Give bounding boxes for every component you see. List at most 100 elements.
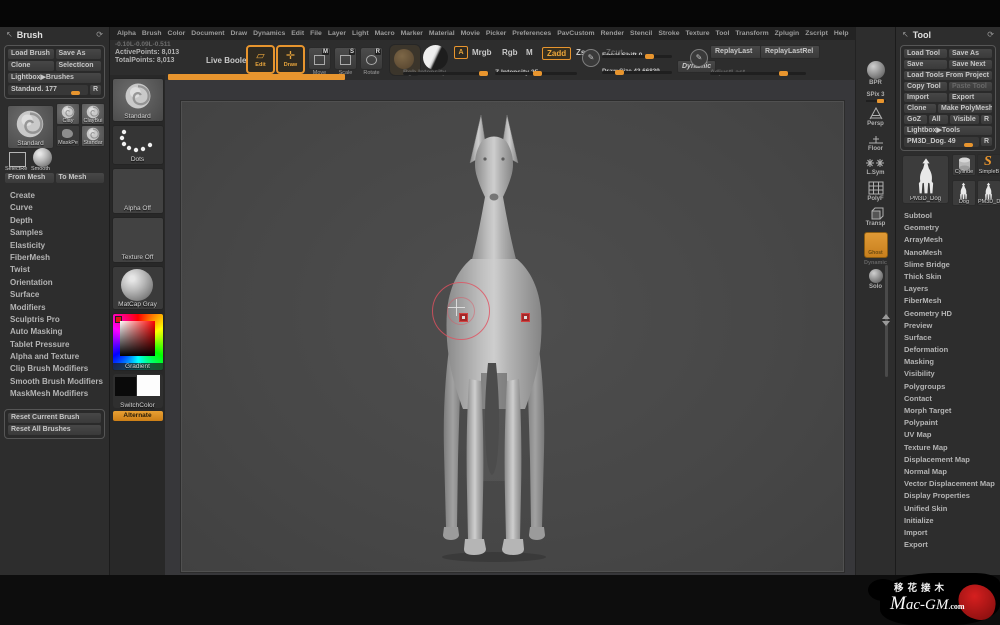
brush-menu-item[interactable]: Depth xyxy=(0,215,109,227)
menubar-item[interactable]: Picker xyxy=(486,30,506,37)
tool-menu-item[interactable]: Geometry HD xyxy=(896,308,1000,320)
lightbox-brushes-button[interactable]: Lightbox▶Brushes xyxy=(8,73,101,83)
scale-button[interactable]: S Scale xyxy=(334,47,357,70)
brush-menu-item[interactable]: Create xyxy=(0,190,109,202)
corner-arrow-icon[interactable]: ↖ xyxy=(902,30,909,39)
replay-last-button[interactable]: ReplayLast xyxy=(710,45,764,59)
menubar-item[interactable]: Movie xyxy=(461,30,480,37)
current-texture-tile[interactable]: Texture Off xyxy=(112,217,164,263)
tool-menu-item[interactable]: Polypaint xyxy=(896,417,1000,429)
tool-menu-item[interactable]: Normal Map xyxy=(896,466,1000,478)
tool-menu-item[interactable]: Surface xyxy=(896,332,1000,344)
menubar-item[interactable]: Marker xyxy=(401,30,423,37)
load-brush-button[interactable]: Load Brush xyxy=(8,49,54,59)
document-canvas[interactable] xyxy=(180,100,845,573)
primary-color-swatch[interactable] xyxy=(137,375,160,396)
brush-menu-item[interactable]: Orientation xyxy=(0,277,109,289)
brush-menu-item[interactable]: Auto Masking xyxy=(0,326,109,338)
tool-menu-item[interactable]: Subtool xyxy=(896,210,1000,222)
persp-button[interactable]: Persp xyxy=(867,107,884,127)
paste-tool-button[interactable]: Paste Tool xyxy=(949,82,992,91)
brush-menu-item[interactable]: Samples xyxy=(0,227,109,239)
canvas-scrollbar[interactable] xyxy=(885,265,888,377)
rgb-intensity-slider[interactable]: Rgb Intensity xyxy=(403,61,489,76)
alpha-quick-badge[interactable]: A xyxy=(454,46,468,59)
refresh-icon[interactable]: ⟳ xyxy=(96,30,103,39)
goz-button[interactable]: GoZ xyxy=(904,115,927,124)
tool-menu-item[interactable]: Layers xyxy=(896,283,1000,295)
menubar-item[interactable]: Macro xyxy=(375,30,395,37)
stroke-curve-icon[interactable]: ✎ xyxy=(582,49,600,67)
tool-menu-item[interactable]: Slime Bridge xyxy=(896,259,1000,271)
tool-thumb-pm3d-dog-small[interactable]: PM3D_D xyxy=(977,180,1000,206)
save-next-button[interactable]: Save Next xyxy=(949,60,992,69)
menubar-item[interactable]: Alpha xyxy=(117,30,136,37)
menubar-item[interactable]: Help xyxy=(834,30,849,37)
rgb-button[interactable]: Rgb xyxy=(502,48,518,57)
rotate-button[interactable]: R Rotate xyxy=(360,47,383,70)
polyframe-button[interactable]: PolyF xyxy=(867,181,883,202)
refresh-icon[interactable]: ⟳ xyxy=(987,30,994,39)
tool-menu-item[interactable]: Polygroups xyxy=(896,381,1000,393)
brush-thumb-selectrect[interactable] xyxy=(9,152,26,167)
brush-r-button[interactable]: R xyxy=(90,85,101,95)
z-intensity-slider[interactable]: Z Intensity 25 xyxy=(495,61,577,76)
tool-thumb-pm3d-dog[interactable]: PM3D_Dog xyxy=(902,155,949,204)
goz-r-button[interactable]: R xyxy=(981,115,992,124)
zadd-button[interactable]: Zadd xyxy=(542,47,571,60)
clone-tool-button[interactable]: Clone xyxy=(904,104,936,113)
export-tool-button[interactable]: Export xyxy=(949,93,992,102)
transparency-button[interactable]: Transp xyxy=(866,207,886,227)
tool-menu-item[interactable]: Initialize xyxy=(896,515,1000,527)
menubar-item[interactable]: Dynamics xyxy=(253,30,285,37)
tool-thumb-simplebrush[interactable]: S SimpleB xyxy=(977,154,1000,176)
tool-menu-item[interactable]: UV Map xyxy=(896,429,1000,441)
tool-slider[interactable]: PM3D_Dog. 49 xyxy=(904,137,979,147)
menubar-item[interactable]: Zscript xyxy=(805,30,828,37)
menubar-item[interactable]: Render xyxy=(601,30,624,37)
canvas-zone[interactable] xyxy=(165,80,855,575)
menubar-item[interactable]: Brush xyxy=(142,30,162,37)
goz-all-button[interactable]: All xyxy=(929,115,949,124)
m-button[interactable]: M xyxy=(526,48,533,57)
tool-menu-item[interactable]: Contact xyxy=(896,393,1000,405)
bpr-button[interactable]: BPR xyxy=(867,61,885,86)
brush-menu-item[interactable]: Twist xyxy=(0,264,109,276)
corner-arrow-icon[interactable]: ↖ xyxy=(6,30,13,39)
current-alpha-tile[interactable]: Alpha Off xyxy=(112,168,164,214)
select-icon-button[interactable]: SelectIcon xyxy=(56,61,102,71)
menubar-item[interactable]: Stroke xyxy=(658,30,679,37)
brush-size-slider[interactable]: Standard. 177 xyxy=(8,85,88,95)
tool-r-button[interactable]: R xyxy=(981,137,992,146)
brush-menu-item[interactable]: Clip Brush Modifiers xyxy=(0,363,109,375)
floor-button[interactable]: Floor xyxy=(868,132,884,152)
secondary-color-swatch[interactable] xyxy=(115,377,136,396)
brush-thumb-standard2[interactable]: Standar xyxy=(81,125,105,147)
import-tool-button[interactable]: Import xyxy=(904,93,947,102)
brush-menu-item[interactable]: MaskMesh Modifiers xyxy=(0,388,109,400)
menubar-item[interactable]: Light xyxy=(352,30,369,37)
save-tool-button[interactable]: Save xyxy=(904,60,947,69)
current-material-tile[interactable]: MatCap Gray xyxy=(112,266,164,310)
to-mesh-button[interactable]: To Mesh xyxy=(56,173,105,183)
tool-menu-item[interactable]: FiberMesh xyxy=(896,295,1000,307)
goz-visible-button[interactable]: Visible xyxy=(950,115,979,124)
ghost-button[interactable]: Ghost xyxy=(864,232,888,258)
alternate-button[interactable]: Alternate xyxy=(113,411,163,421)
draw-size-slider[interactable]: Draw Size 43.66839 xyxy=(602,60,672,75)
switch-color-widget[interactable]: SwitchColor xyxy=(113,374,163,408)
draw-mode-button[interactable]: ✛ Draw xyxy=(276,45,305,74)
menubar-item[interactable]: Transform xyxy=(735,30,768,37)
from-mesh-button[interactable]: From Mesh xyxy=(5,173,54,183)
menubar-item[interactable]: Tool xyxy=(716,30,730,37)
menubar-item[interactable]: Edit xyxy=(291,30,304,37)
tool-menu-item[interactable]: Thick Skin xyxy=(896,271,1000,283)
brush-menu-item[interactable]: Surface xyxy=(0,289,109,301)
tool-menu-item[interactable]: Export xyxy=(896,539,1000,551)
brush-menu-item[interactable]: Sculptris Pro xyxy=(0,314,109,326)
reset-all-brushes-button[interactable]: Reset All Brushes xyxy=(8,425,101,435)
brush-thumb-smooth[interactable] xyxy=(33,148,52,167)
menubar-item[interactable]: Material xyxy=(429,30,455,37)
saturation-square[interactable] xyxy=(120,321,155,356)
menubar-item[interactable]: Color xyxy=(168,30,186,37)
